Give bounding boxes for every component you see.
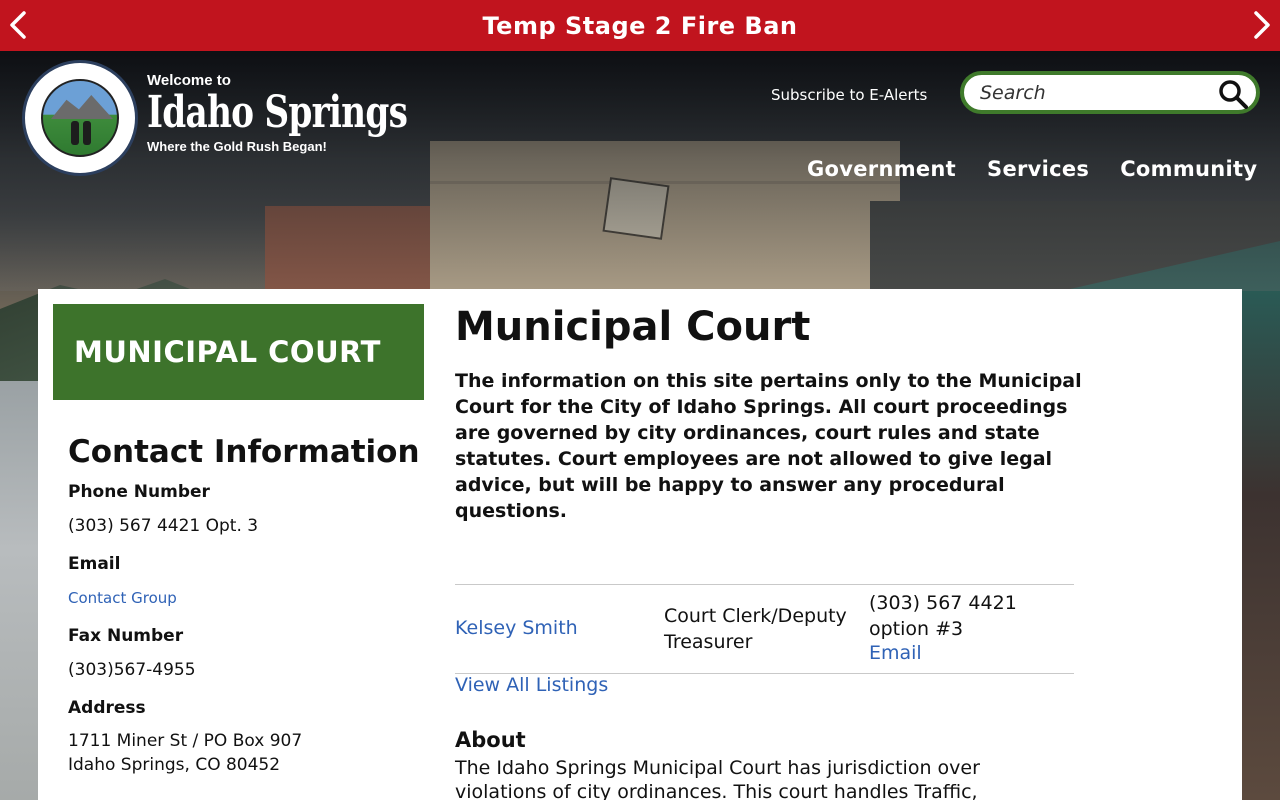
staff-phone: (303) 567 4421 option #3 <box>869 592 1017 640</box>
phone-label: Phone Number <box>68 482 210 502</box>
intro-text: The information on this site pertains on… <box>455 370 1082 522</box>
alert-bar: Temp Stage 2 Fire Ban <box>0 0 1280 51</box>
search-box <box>960 71 1260 114</box>
nav-services[interactable]: Services <box>987 157 1089 181</box>
staff-role: Court Clerk/Deputy Treasurer <box>664 605 847 653</box>
brand-name: Idaho Springs <box>147 87 408 138</box>
sidebar-section-title[interactable]: MUNICIPAL COURT <box>53 304 424 400</box>
chevron-left-icon[interactable] <box>4 10 32 40</box>
fax-value: (303)567-4955 <box>68 660 196 680</box>
contact-heading: Contact Information <box>68 434 420 470</box>
city-seal-logo[interactable] <box>22 60 138 176</box>
seal-mountain <box>51 95 113 119</box>
fax-label: Fax Number <box>68 626 184 646</box>
seal-figure <box>71 121 79 145</box>
staff-table: Kelsey Smith Court Clerk/Deputy Treasure… <box>455 584 1074 674</box>
seal-emblem <box>41 79 119 157</box>
nav-government[interactable]: Government <box>807 157 956 181</box>
email-label: Email <box>68 554 121 574</box>
search-input[interactable] <box>980 81 1210 104</box>
view-all-listings-link[interactable]: View All Listings <box>455 674 608 696</box>
chevron-right-icon[interactable] <box>1248 10 1276 40</box>
address-label: Address <box>68 698 146 718</box>
address-line1: 1711 Miner St / PO Box 907 <box>68 731 303 751</box>
alert-title[interactable]: Temp Stage 2 Fire Ban <box>483 12 798 40</box>
about-text: The Idaho Springs Municipal Court has ju… <box>455 757 980 800</box>
brand-tagline: Where the Gold Rush Began! <box>147 139 327 154</box>
about-heading: About <box>455 728 526 752</box>
nav-community[interactable]: Community <box>1120 157 1257 181</box>
staff-name-link[interactable]: Kelsey Smith <box>455 617 578 639</box>
subscribe-link[interactable]: Subscribe to E-Alerts <box>771 86 927 104</box>
storefront-edge <box>1240 291 1280 800</box>
main-nav: Government Services Community <box>807 157 1257 181</box>
seal-figure <box>83 121 91 145</box>
address-line2: Idaho Springs, CO 80452 <box>68 755 281 775</box>
search-icon[interactable] <box>1218 79 1248 109</box>
phone-value: (303) 567 4421 Opt. 3 <box>68 516 259 536</box>
contact-group-link[interactable]: Contact Group <box>68 589 177 607</box>
site-brand[interactable]: Welcome to Idaho Springs Where the Gold … <box>147 72 480 154</box>
staff-email-link[interactable]: Email <box>869 642 922 664</box>
page-title: Municipal Court <box>455 304 811 350</box>
